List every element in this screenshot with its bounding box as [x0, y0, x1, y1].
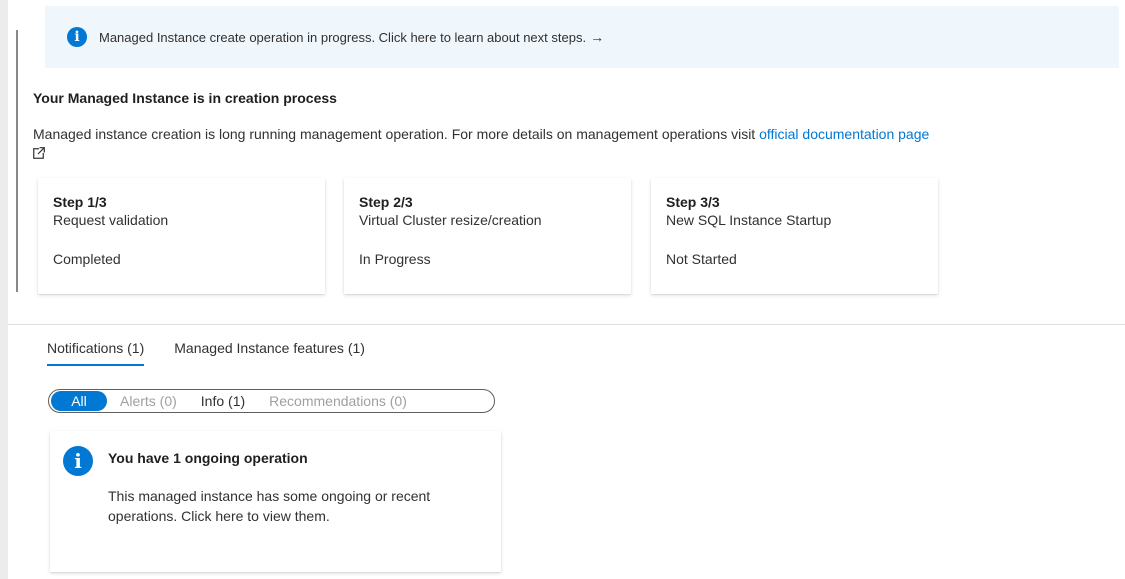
- notification-body: This managed instance has some ongoing o…: [108, 488, 431, 524]
- step-status: Completed: [53, 251, 121, 267]
- info-icon: i: [67, 27, 87, 47]
- step-name: New SQL Instance Startup: [666, 212, 832, 228]
- step-card-3: Step 3/3 New SQL Instance Startup Not St…: [651, 178, 938, 294]
- step-number: Step 3/3: [666, 194, 720, 210]
- section-divider: [8, 324, 1125, 325]
- description-text: Managed instance creation is long runnin…: [33, 126, 760, 142]
- step-number: Step 2/3: [359, 194, 413, 210]
- tab-notifications[interactable]: Notifications (1): [47, 340, 145, 366]
- creation-title: Your Managed Instance is in creation pro…: [33, 90, 337, 106]
- info-banner[interactable]: i Managed Instance create operation in p…: [45, 6, 1119, 68]
- filter-alerts[interactable]: Alerts (0): [109, 391, 188, 411]
- notification-card[interactable]: i You have 1 ongoing operation This mana…: [50, 431, 501, 572]
- filter-recommendations[interactable]: Recommendations (0): [258, 391, 418, 411]
- creation-description: Managed instance creation is long runnin…: [33, 125, 1118, 159]
- step-status: Not Started: [666, 251, 737, 267]
- filter-pill-group: All Alerts (0) Info (1) Recommendations …: [48, 389, 495, 413]
- step-name: Virtual Cluster resize/creation: [359, 212, 542, 228]
- filter-all[interactable]: All: [51, 391, 107, 411]
- arrow-right-icon: →: [590, 29, 605, 45]
- filter-info[interactable]: Info (1): [190, 391, 256, 411]
- external-link-icon[interactable]: [33, 147, 45, 159]
- tab-bar: Notifications (1) Managed Instance featu…: [47, 340, 395, 366]
- banner-text[interactable]: Managed Instance create operation in pro…: [99, 30, 586, 45]
- step-card-2: Step 2/3 Virtual Cluster resize/creation…: [344, 178, 631, 294]
- left-rule: [16, 30, 18, 292]
- notification-title: You have 1 ongoing operation: [108, 450, 308, 466]
- step-card-1: Step 1/3 Request validation Completed: [38, 178, 325, 294]
- tab-managed-instance-features[interactable]: Managed Instance features (1): [174, 340, 365, 366]
- step-number: Step 1/3: [53, 194, 107, 210]
- info-icon: i: [63, 446, 93, 476]
- step-status: In Progress: [359, 251, 431, 267]
- step-name: Request validation: [53, 212, 169, 228]
- documentation-link[interactable]: official documentation page: [759, 126, 929, 142]
